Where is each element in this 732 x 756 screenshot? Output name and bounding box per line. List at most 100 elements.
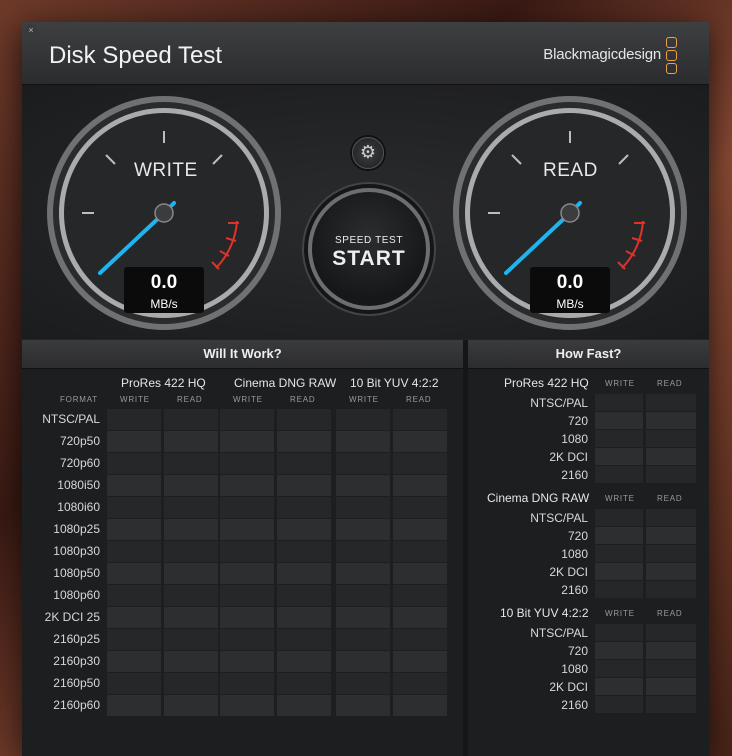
- result-cell: [164, 563, 218, 584]
- how-fast-row-label: NTSC/PAL: [530, 396, 588, 410]
- how-fast-row-label: 1080: [561, 662, 588, 676]
- close-icon[interactable]: ×: [25, 24, 37, 36]
- result-cell: [277, 585, 331, 606]
- how-fast-read-subheader: READ: [657, 494, 683, 503]
- result-cell: [277, 541, 331, 562]
- result-cell: [164, 629, 218, 650]
- speed-cell: [595, 509, 643, 526]
- speed-cell: [595, 545, 643, 562]
- result-cell: [107, 651, 161, 672]
- result-cell: [393, 519, 447, 540]
- result-cell: [164, 607, 218, 628]
- speed-cell: [646, 466, 696, 483]
- speed-cell: [646, 509, 696, 526]
- brand-name: Blackmagicdesign: [543, 46, 661, 63]
- result-cell: [336, 651, 390, 672]
- result-cell: [336, 453, 390, 474]
- window-title: Disk Speed Test: [49, 42, 222, 69]
- result-cell: [164, 695, 218, 716]
- speed-cell: [595, 660, 643, 677]
- result-cell: [164, 541, 218, 562]
- how-fast-row-label: 2K DCI: [549, 680, 588, 694]
- write-value: 0.0: [150, 272, 178, 293]
- read-gauge-label: READ: [543, 160, 598, 181]
- speed-cell: [646, 527, 696, 544]
- disk-speed-test-window: × Disk Speed Test Blackmagicdesign WRITE: [22, 22, 709, 756]
- format-row-label: 720p50: [59, 434, 100, 448]
- brand-logo: [666, 37, 678, 76]
- result-cell: [336, 563, 390, 584]
- how-fast-group-header: Cinema DNG RAW: [487, 491, 590, 505]
- how-fast-row-label: NTSC/PAL: [530, 626, 588, 640]
- write-gauge-label: WRITE: [134, 160, 198, 181]
- result-cell: [220, 409, 274, 430]
- how-fast-row-label: 720: [567, 414, 588, 428]
- how-fast-row-label: 720: [567, 529, 588, 543]
- result-cell: [164, 475, 218, 496]
- write-subheader: WRITE: [120, 395, 150, 404]
- speed-cell: [646, 412, 696, 429]
- how-fast-read-subheader: READ: [657, 609, 683, 618]
- how-fast-row-label: NTSC/PAL: [530, 511, 588, 525]
- speed-cell: [646, 563, 696, 580]
- start-button[interactable]: SPEED TEST START: [308, 188, 430, 310]
- result-cell: [220, 519, 274, 540]
- how-fast-row-label: 1080: [561, 547, 588, 561]
- result-cell: [164, 431, 218, 452]
- result-cell: [336, 431, 390, 452]
- how-fast-read-subheader: READ: [657, 379, 683, 388]
- result-cell: [107, 519, 161, 540]
- result-cell: [107, 431, 161, 452]
- result-cell: [393, 695, 447, 716]
- speed-cell: [646, 448, 696, 465]
- will-it-work-heading: Will It Work?: [22, 340, 463, 369]
- how-fast-write-subheader: WRITE: [605, 494, 635, 503]
- result-cell: [277, 453, 331, 474]
- format-row-label: 1080p50: [53, 566, 100, 580]
- write-subheader: WRITE: [349, 395, 379, 404]
- speed-cell: [646, 394, 696, 411]
- result-cell: [336, 475, 390, 496]
- gear-icon[interactable]: ⚙: [352, 137, 384, 169]
- how-fast-row-label: 2K DCI: [549, 450, 588, 464]
- result-cell: [220, 673, 274, 694]
- result-cell: [277, 519, 331, 540]
- speed-cell: [646, 581, 696, 598]
- result-cell: [220, 431, 274, 452]
- result-cell: [164, 409, 218, 430]
- result-cell: [393, 475, 447, 496]
- result-cell: [220, 651, 274, 672]
- result-cell: [164, 519, 218, 540]
- result-cell: [336, 607, 390, 628]
- format-row-label: 2160p25: [53, 632, 100, 646]
- write-readout: 0.0 MB/s: [124, 267, 204, 313]
- result-cell: [277, 475, 331, 496]
- result-cell: [107, 629, 161, 650]
- speed-cell: [595, 527, 643, 544]
- result-cell: [220, 629, 274, 650]
- how-fast-row-label: 2160: [561, 468, 588, 482]
- result-cell: [336, 673, 390, 694]
- result-cell: [393, 607, 447, 628]
- result-cell: [164, 497, 218, 518]
- result-cell: [393, 585, 447, 606]
- result-cell: [336, 585, 390, 606]
- speed-cell: [595, 412, 643, 429]
- result-cell: [107, 541, 161, 562]
- format-column-label: FORMAT: [60, 395, 98, 404]
- result-cell: [164, 585, 218, 606]
- result-cell: [220, 453, 274, 474]
- result-cell: [107, 497, 161, 518]
- result-cell: [107, 695, 161, 716]
- speed-cell: [595, 678, 643, 695]
- speed-cell: [595, 466, 643, 483]
- result-cell: [393, 563, 447, 584]
- read-unit: MB/s: [556, 297, 584, 311]
- format-row-label: 2160p50: [53, 676, 100, 690]
- speed-cell: [646, 430, 696, 447]
- result-cell: [393, 673, 447, 694]
- how-fast-write-subheader: WRITE: [605, 609, 635, 618]
- write-unit: MB/s: [150, 297, 178, 311]
- read-value: 0.0: [556, 272, 584, 293]
- result-cell: [393, 541, 447, 562]
